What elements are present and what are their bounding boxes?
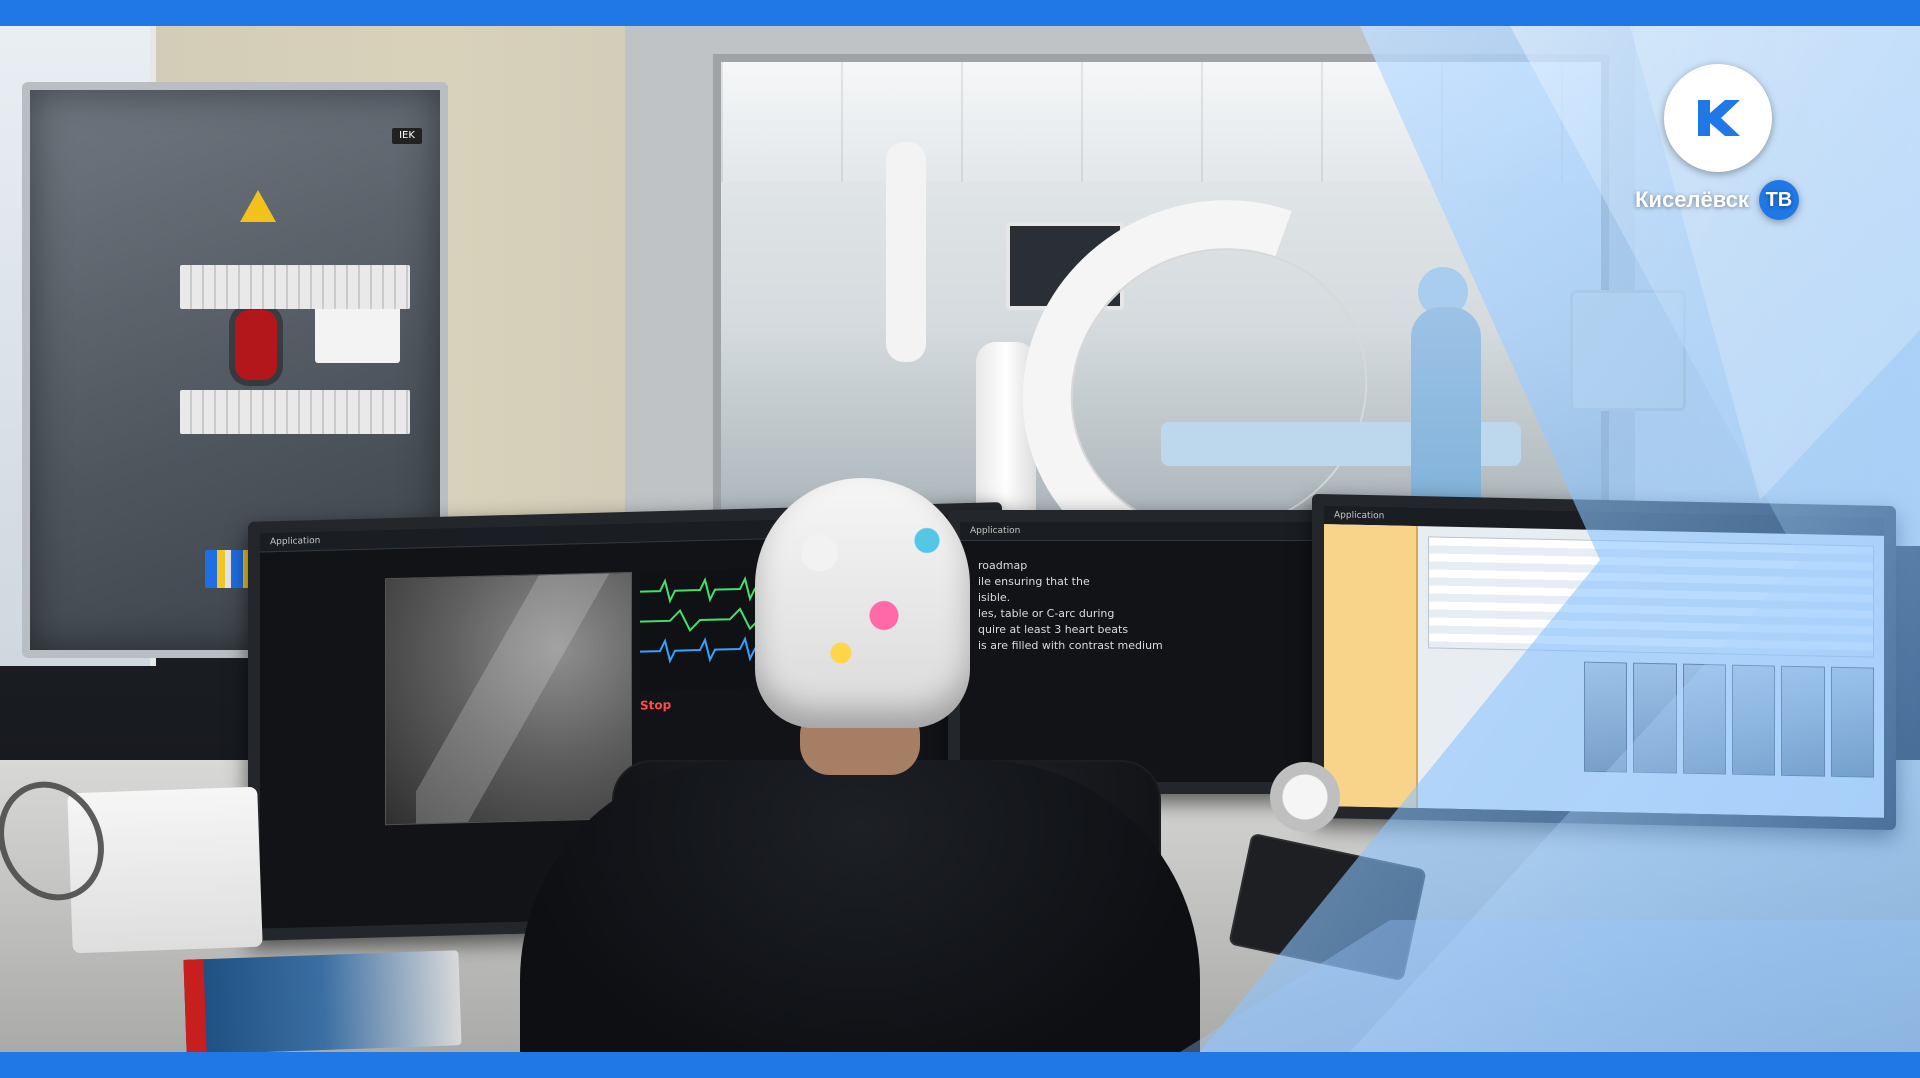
speaker [1270,762,1340,832]
stop-alert: Stop [640,697,672,713]
roadmap-line: isible. [978,591,1011,604]
magazine [183,950,462,1055]
operating-room-window [625,26,1653,545]
pacs-study-table [1428,536,1874,658]
k-logo-icon [1664,64,1772,172]
ceiling-arm [886,142,926,362]
warning-sign-icon [240,190,276,222]
thumbnail [1682,663,1726,775]
red-switch [235,310,277,380]
operator-surgical-cap [755,478,970,728]
tv-badge-text: ТВ [1765,188,1793,211]
thumbnail [1584,661,1628,773]
operator-body [520,760,1200,1078]
din-rail [180,265,410,309]
ceiling-grid [721,62,1601,182]
center-monitor-topbar: Application [960,522,1320,541]
bottom-broadcast-bar [0,1052,1920,1078]
broadcaster-wordmark: Киселёвск ТВ [1612,180,1822,220]
broadcast-frame: IEK Application Stop Application roadmap… [0,0,1920,1078]
pacs-app-window [1324,524,1884,818]
top-broadcast-bar [0,0,1920,26]
roadmap-line: roadmap [978,559,1028,572]
window-glass [713,54,1609,545]
right-monitor: Application [1312,493,1896,831]
k-logo-mark [1682,82,1754,154]
roadmap-line: is are filled with contrast medium [978,639,1163,652]
roadmap-line: quire at least 3 heart beats [978,623,1129,636]
magazine-spine [183,959,207,1055]
xray-image [385,571,632,826]
service-sticker [315,305,400,363]
broadcaster-name: Киселёвск [1635,187,1749,212]
pacs-sidebar [1324,524,1418,809]
roadmap-line: les, table or C-arc during [978,607,1115,620]
thumbnail [1830,666,1874,778]
center-monitor: Application roadmap ile ensuring that th… [948,510,1332,794]
wall-panel [1570,290,1686,411]
roadmap-text: roadmap ile ensuring that the isible. le… [978,558,1302,654]
broadcaster-logo: Киселёвск ТВ [1612,64,1822,224]
thumbnail [1781,665,1825,777]
tv-badge-icon: ТВ [1758,180,1799,220]
roadmap-line: ile ensuring that the [978,575,1090,588]
pacs-thumbnails [1584,661,1874,778]
thumbnail [1633,662,1677,774]
thumbnail [1731,664,1776,776]
din-rail [180,390,410,434]
c-arm [960,135,1478,537]
iek-logo: IEK [392,128,422,144]
